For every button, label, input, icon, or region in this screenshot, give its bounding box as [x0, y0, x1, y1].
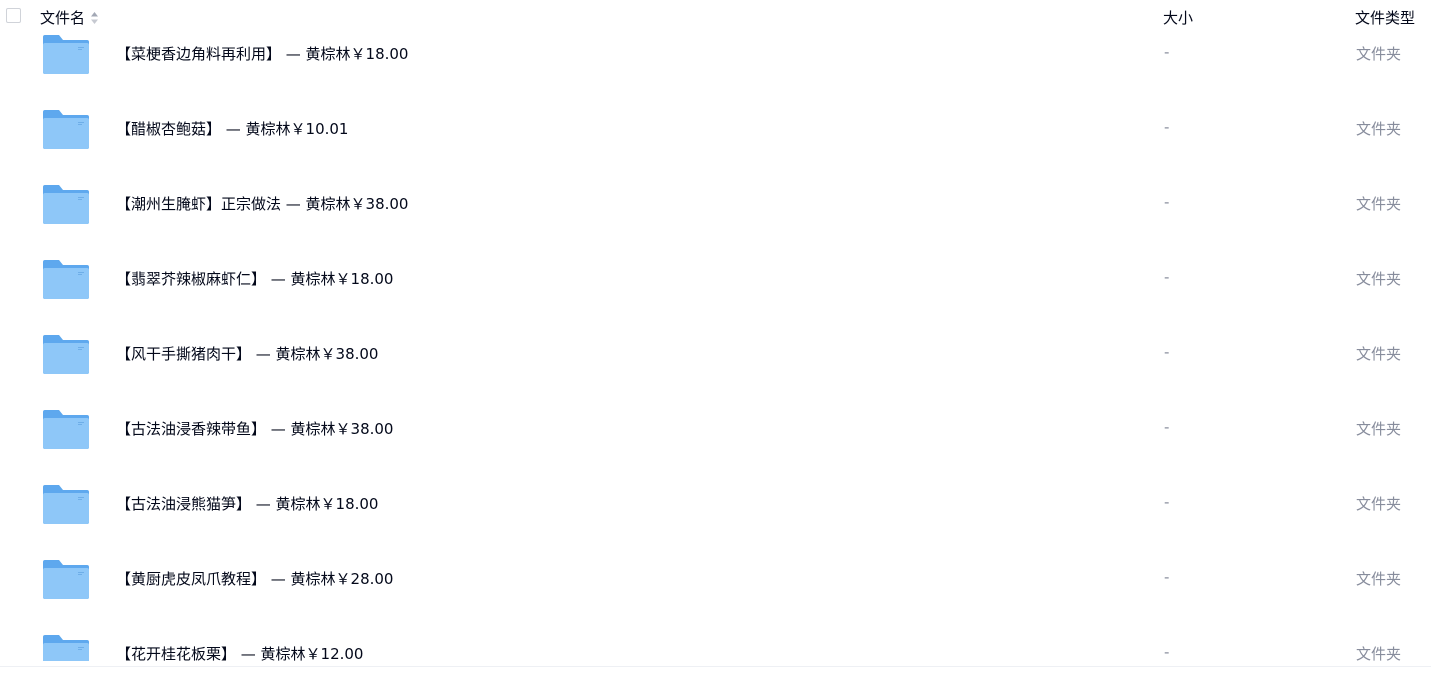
file-name[interactable]: 【菜梗香边角料再利用】 — 黄棕林￥18.00	[116, 43, 408, 64]
file-size: -	[1164, 343, 1170, 361]
column-header-type[interactable]: 文件类型	[1355, 7, 1415, 28]
table-row[interactable]: 【古法油浸香辣带鱼】 — 黄棕林￥38.00 - 文件夹	[0, 391, 1431, 466]
file-type: 文件夹	[1356, 570, 1402, 588]
folder-icon	[42, 259, 90, 301]
table-row[interactable]: 【风干手撕猪肉干】 — 黄棕林￥38.00 - 文件夹	[0, 316, 1431, 391]
file-type: 文件夹	[1356, 495, 1402, 513]
file-size: -	[1164, 193, 1170, 211]
file-name[interactable]: 【古法油浸香辣带鱼】 — 黄棕林￥38.00	[116, 418, 393, 439]
file-type: 文件夹	[1356, 45, 1402, 63]
folder-icon	[42, 109, 90, 151]
folder-icon	[42, 634, 90, 661]
file-size: -	[1164, 43, 1170, 61]
file-size: -	[1164, 568, 1170, 586]
file-type: 文件夹	[1356, 420, 1402, 438]
file-name[interactable]: 【风干手撕猪肉干】 — 黄棕林￥38.00	[116, 343, 378, 364]
file-name[interactable]: 【花开桂花板栗】 — 黄棕林￥12.00	[116, 643, 363, 661]
file-type: 文件夹	[1356, 270, 1402, 288]
file-size: -	[1164, 118, 1170, 136]
file-name[interactable]: 【潮州生腌虾】正宗做法 — 黄棕林￥38.00	[116, 193, 408, 214]
table-row[interactable]: 【翡翠芥辣椒麻虾仁】 — 黄棕林￥18.00 - 文件夹	[0, 241, 1431, 316]
column-header-name[interactable]: 文件名	[40, 7, 99, 28]
table-row[interactable]: 【潮州生腌虾】正宗做法 — 黄棕林￥38.00 - 文件夹	[0, 166, 1431, 241]
table-row[interactable]: 【醋椒杏鲍菇】 — 黄棕林￥10.01 - 文件夹	[0, 91, 1431, 166]
file-name[interactable]: 【黄厨虎皮凤爪教程】 — 黄棕林￥28.00	[116, 568, 393, 589]
file-size: -	[1164, 493, 1170, 511]
file-name[interactable]: 【醋椒杏鲍菇】 — 黄棕林￥10.01	[116, 118, 348, 139]
file-size: -	[1164, 418, 1170, 436]
file-size: -	[1164, 268, 1170, 286]
table-row[interactable]: 【花开桂花板栗】 — 黄棕林￥12.00 - 文件夹	[0, 616, 1431, 661]
folder-icon	[42, 334, 90, 376]
select-all-checkbox[interactable]	[6, 8, 21, 23]
sort-icon[interactable]	[90, 11, 99, 25]
file-type: 文件夹	[1356, 195, 1402, 213]
file-list: 文件名 大小 文件类型 【菜梗香边角料再利用】 — 黄棕林￥18.00 - 文件…	[0, 0, 1431, 679]
file-type: 文件夹	[1356, 645, 1402, 661]
bottom-divider	[0, 666, 1431, 667]
file-type: 文件夹	[1356, 120, 1402, 138]
file-name[interactable]: 【古法油浸熊猫笋】 — 黄棕林￥18.00	[116, 493, 378, 514]
file-size: -	[1164, 643, 1170, 661]
folder-icon	[42, 409, 90, 451]
folder-icon	[42, 559, 90, 601]
file-rows: 【菜梗香边角料再利用】 — 黄棕林￥18.00 - 文件夹 【醋椒杏鲍菇】 — …	[0, 16, 1431, 661]
folder-icon	[42, 34, 90, 76]
table-row[interactable]: 【黄厨虎皮凤爪教程】 — 黄棕林￥28.00 - 文件夹	[0, 541, 1431, 616]
file-type: 文件夹	[1356, 345, 1402, 363]
column-header-size[interactable]: 大小	[1163, 7, 1193, 28]
list-header: 文件名 大小 文件类型	[0, 0, 1431, 34]
file-name[interactable]: 【翡翠芥辣椒麻虾仁】 — 黄棕林￥18.00	[116, 268, 393, 289]
table-row[interactable]: 【古法油浸熊猫笋】 — 黄棕林￥18.00 - 文件夹	[0, 466, 1431, 541]
folder-icon	[42, 184, 90, 226]
folder-icon	[42, 484, 90, 526]
column-header-name-label: 文件名	[40, 9, 86, 27]
